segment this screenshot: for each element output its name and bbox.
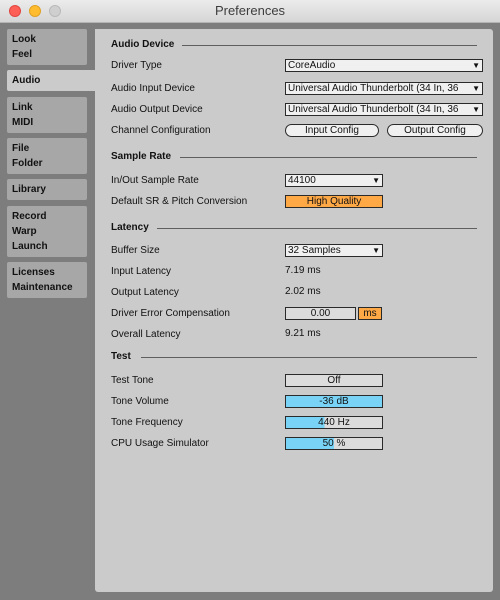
tab-library[interactable]: Library: [7, 179, 87, 200]
default-sr-pitch-conversion-label: Default SR & Pitch Conversion: [111, 196, 248, 207]
tab-licenses-maintenance[interactable]: Licenses Maintenance: [7, 262, 87, 298]
overall-latency-value: 9.21 ms: [285, 328, 321, 339]
triangle-down-icon: ▼: [471, 83, 480, 94]
audio-output-device-label: Audio Output Device: [111, 104, 203, 115]
buffer-size-dropdown[interactable]: 32 Samples ▼: [285, 244, 383, 257]
tab-label: MIDI: [12, 117, 34, 128]
output-latency-value: 2.02 ms: [285, 286, 321, 297]
output-latency-label: Output Latency: [111, 287, 179, 298]
tab-look-feel[interactable]: Look Feel: [7, 29, 87, 65]
audio-output-device-dropdown[interactable]: Universal Audio Thunderbolt (34 In, 36 ▼: [285, 103, 483, 116]
driver-error-compensation-label: Driver Error Compensation: [111, 308, 230, 319]
input-latency-label: Input Latency: [111, 266, 172, 277]
section-title-test: Test: [111, 351, 131, 362]
window-title: Preferences: [214, 3, 286, 18]
triangle-down-icon: ▼: [471, 104, 480, 115]
audio-preferences-panel: Audio Device Driver Type CoreAudio ▼ Aud…: [95, 29, 493, 592]
in-out-sample-rate-label: In/Out Sample Rate: [111, 175, 199, 186]
triangle-down-icon: ▼: [371, 245, 380, 256]
tab-label: Link: [12, 102, 33, 113]
triangle-down-icon: ▼: [471, 60, 480, 71]
tab-label: Warp: [12, 226, 37, 237]
audio-input-device-label: Audio Input Device: [111, 83, 195, 94]
tab-label: File: [12, 143, 30, 154]
high-quality-toggle[interactable]: High Quality: [285, 195, 383, 208]
driver-type-label: Driver Type: [111, 60, 162, 71]
tab-label: Library: [12, 184, 46, 195]
driver-error-unit-button[interactable]: ms: [358, 307, 382, 320]
buffer-size-label: Buffer Size: [111, 245, 160, 256]
tab-label: Folder: [12, 158, 43, 169]
dropdown-value: 32 Samples: [288, 245, 341, 256]
overall-latency-label: Overall Latency: [111, 329, 181, 340]
input-latency-value: 7.19 ms: [285, 265, 321, 276]
section-divider: [157, 228, 477, 229]
driver-type-dropdown[interactable]: CoreAudio ▼: [285, 59, 483, 72]
test-tone-toggle[interactable]: Off: [285, 374, 383, 387]
dropdown-value: 44100: [288, 175, 316, 186]
cpu-usage-simulator-field[interactable]: 50 %: [285, 437, 383, 450]
tab-record-warp-launch[interactable]: Record Warp Launch: [7, 206, 87, 257]
dropdown-value: CoreAudio: [288, 60, 336, 71]
section-divider: [182, 45, 477, 46]
section-divider: [180, 157, 477, 158]
tone-frequency-label: Tone Frequency: [111, 417, 183, 428]
section-divider: [141, 357, 477, 358]
tab-file-folder[interactable]: File Folder: [7, 138, 87, 174]
tab-label: Launch: [12, 241, 48, 252]
audio-input-device-dropdown[interactable]: Universal Audio Thunderbolt (34 In, 36 ▼: [285, 82, 483, 95]
tab-label: Maintenance: [12, 282, 73, 293]
preferences-window: Preferences Look Feel Audio Link MIDI Fi…: [0, 0, 500, 600]
tone-frequency-field[interactable]: 440 Hz: [285, 416, 383, 429]
sample-rate-dropdown[interactable]: 44100 ▼: [285, 174, 383, 187]
tab-label: Feel: [12, 49, 33, 60]
title-bar: Preferences: [0, 0, 500, 23]
test-tone-label: Test Tone: [111, 375, 154, 386]
cpu-usage-simulator-label: CPU Usage Simulator: [111, 438, 209, 449]
section-title-audio-device: Audio Device: [111, 39, 175, 50]
tab-link-midi[interactable]: Link MIDI: [7, 97, 87, 133]
tone-volume-field[interactable]: -36 dB: [285, 395, 383, 408]
preferences-sidebar: Look Feel Audio Link MIDI File Folder Li…: [0, 23, 101, 600]
tone-volume-label: Tone Volume: [111, 396, 169, 407]
tab-label: Audio: [12, 75, 41, 86]
dropdown-value: Universal Audio Thunderbolt (34 In, 36: [288, 104, 459, 115]
tab-label: Look: [12, 34, 36, 45]
channel-configuration-label: Channel Configuration: [111, 125, 211, 136]
dropdown-value: Universal Audio Thunderbolt (34 In, 36: [288, 83, 459, 94]
section-title-latency: Latency: [111, 222, 149, 233]
input-config-button[interactable]: Input Config: [285, 124, 379, 137]
section-title-sample-rate: Sample Rate: [111, 151, 172, 162]
output-config-button[interactable]: Output Config: [387, 124, 483, 137]
tab-label: Record: [12, 211, 47, 222]
tab-label: Licenses: [12, 267, 55, 278]
triangle-down-icon: ▼: [371, 175, 380, 186]
driver-error-compensation-field[interactable]: 0.00: [285, 307, 356, 320]
tab-audio[interactable]: Audio: [7, 70, 101, 91]
